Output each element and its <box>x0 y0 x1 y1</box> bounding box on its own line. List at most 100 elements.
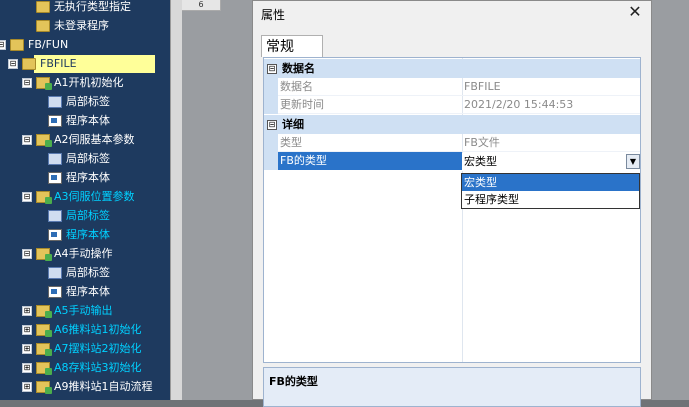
folder-icon <box>36 305 52 318</box>
folder-icon <box>36 1 50 13</box>
program-body-icon <box>48 172 62 184</box>
folder-icon <box>36 248 52 261</box>
expand-icon[interactable]: ⊞ <box>22 382 32 392</box>
collapse-icon[interactable]: ⊟ <box>22 192 32 202</box>
collapse-icon[interactable]: ⊟ <box>0 40 6 50</box>
folder-icon <box>36 77 52 90</box>
row-gutter <box>264 96 278 114</box>
tree-item-label: 程序本体 <box>66 171 110 184</box>
property-grid: ⊟ 数据名 数据名 FBFILE 更新时间 2021/2/20 15:44:53… <box>263 57 641 363</box>
property-value: 2021/2/20 15:44:53 <box>464 98 574 111</box>
property-row-update-time[interactable]: 更新时间 2021/2/20 15:44:53 <box>264 96 640 114</box>
tree-item[interactable]: 局部标签 <box>0 264 170 282</box>
tab-general[interactable]: 常规 <box>261 35 323 57</box>
tree-item-label: 未登录程序 <box>54 19 109 32</box>
tree-item-label: 无执行类型指定 <box>54 0 131 13</box>
dropdown-option-macro[interactable]: 宏类型 <box>462 174 639 191</box>
editor-area-right <box>652 0 689 400</box>
tree-item[interactable]: ⊞ A6推料站1初始化 <box>0 321 170 339</box>
tree-item[interactable]: ⊞ A8存料站3初始化 <box>0 359 170 377</box>
property-row-type[interactable]: 类型 FB文件 <box>264 134 640 152</box>
collapse-icon[interactable]: ⊟ <box>22 249 32 259</box>
tree-item[interactable]: ⊟ FBFILE <box>0 55 170 73</box>
project-tree: 无执行类型指定 未登录程序 ⊟ FB/FUN ⊟ FBFILE ⊟ A1开机初始化 局部标签 程序… <box>0 0 170 400</box>
property-name: 更新时间 <box>280 98 324 111</box>
fb-type-combobox[interactable]: 宏类型 ▼ <box>462 153 640 171</box>
collapse-icon[interactable]: ⊟ <box>22 135 32 145</box>
dropdown-option-subroutine[interactable]: 子程序类型 <box>462 191 639 208</box>
properties-dialog: 属性 ✕ 常规 ⊟ 数据名 数据名 FBFILE 更新时间 2021/2/20 … <box>252 0 652 407</box>
tree-item[interactable]: 局部标签 <box>0 93 170 111</box>
tree-item[interactable]: 无执行类型指定 <box>0 0 170 16</box>
collapse-icon[interactable]: ⊟ <box>267 64 277 74</box>
tree-item-label: 程序本体 <box>66 228 110 241</box>
tree-item-label: 程序本体 <box>66 285 110 298</box>
tree-item[interactable]: 程序本体 <box>0 226 170 244</box>
property-value: FBFILE <box>464 80 501 93</box>
folder-icon <box>36 324 52 337</box>
property-name: 数据名 <box>280 80 313 93</box>
property-value: FB文件 <box>464 136 500 149</box>
combobox-value: 宏类型 <box>464 155 497 168</box>
tree-item[interactable]: ⊟ A4手动操作 <box>0 245 170 263</box>
folder-icon <box>36 343 52 356</box>
folder-icon <box>36 381 52 394</box>
tree-item[interactable]: ⊞ A5手动输出 <box>0 302 170 320</box>
tree-item[interactable]: 局部标签 <box>0 207 170 225</box>
row-gutter <box>264 134 278 152</box>
row-gutter <box>264 152 278 170</box>
tree-item[interactable]: ⊟ FB/FUN <box>0 36 170 54</box>
program-body-icon <box>48 286 62 298</box>
editor-area: 6 <box>182 0 252 400</box>
expand-icon[interactable]: ⊞ <box>22 306 32 316</box>
folder-icon <box>36 134 52 147</box>
tree-item[interactable]: ⊞ A7摆料站2初始化 <box>0 340 170 358</box>
tree-item[interactable]: 局部标签 <box>0 150 170 168</box>
collapse-icon[interactable]: ⊟ <box>8 59 18 69</box>
fb-type-dropdown-list: 宏类型 子程序类型 <box>461 173 640 209</box>
folder-icon <box>36 20 50 32</box>
collapse-icon[interactable]: ⊟ <box>267 120 277 130</box>
section-label: 详细 <box>282 118 304 131</box>
dialog-title: 属性 <box>261 8 286 22</box>
property-name: FB的类型 <box>280 154 327 167</box>
property-name: 类型 <box>280 136 302 149</box>
property-row-data-name[interactable]: 数据名 FBFILE <box>264 78 640 96</box>
dropdown-arrow-icon[interactable]: ▼ <box>626 154 640 169</box>
local-label-icon <box>48 153 62 165</box>
folder-icon <box>36 191 52 204</box>
tree-item[interactable]: ⊞ A9推料站1自动流程 <box>0 378 170 396</box>
tree-item-label: A9推料站1自动流程 <box>54 380 153 393</box>
tree-item-label: A4手动操作 <box>54 247 113 260</box>
tree-item-label: A1开机初始化 <box>54 76 124 89</box>
description-panel: FB的类型 <box>263 367 641 407</box>
tree-item[interactable]: ⊟ A1开机初始化 <box>0 74 170 92</box>
tree-item-label: 局部标签 <box>66 95 110 108</box>
section-data-name[interactable]: ⊟ 数据名 <box>264 59 640 78</box>
local-label-icon <box>48 267 62 279</box>
expand-icon[interactable]: ⊞ <box>22 363 32 373</box>
tree-item-label: 局部标签 <box>66 266 110 279</box>
tree-item[interactable]: ⊟ A3伺服位置参数 <box>0 188 170 206</box>
collapse-icon[interactable]: ⊟ <box>22 78 32 88</box>
tree-item-label: 局部标签 <box>66 209 110 222</box>
program-body-icon <box>48 229 62 241</box>
tree-item[interactable]: 程序本体 <box>0 283 170 301</box>
tree-item[interactable]: ⊟ A2伺服基本参数 <box>0 131 170 149</box>
close-icon[interactable]: ✕ <box>627 3 643 21</box>
tree-item-label: A2伺服基本参数 <box>54 133 135 146</box>
section-label: 数据名 <box>282 62 315 75</box>
expand-icon[interactable]: ⊞ <box>22 325 32 335</box>
tree-item[interactable]: 程序本体 <box>0 169 170 187</box>
description-title: FB的类型 <box>269 375 318 388</box>
folder-icon <box>36 362 52 375</box>
tree-item[interactable]: 未登录程序 <box>0 17 170 35</box>
expand-icon[interactable]: ⊞ <box>22 344 32 354</box>
tree-item[interactable]: 程序本体 <box>0 112 170 130</box>
section-detail[interactable]: ⊟ 详细 <box>264 115 640 134</box>
folder-icon <box>22 58 36 70</box>
tree-item-label: FBFILE <box>40 57 77 70</box>
local-label-icon <box>48 210 62 222</box>
tree-item-label: A8存料站3初始化 <box>54 361 142 374</box>
row-gutter <box>264 78 278 96</box>
